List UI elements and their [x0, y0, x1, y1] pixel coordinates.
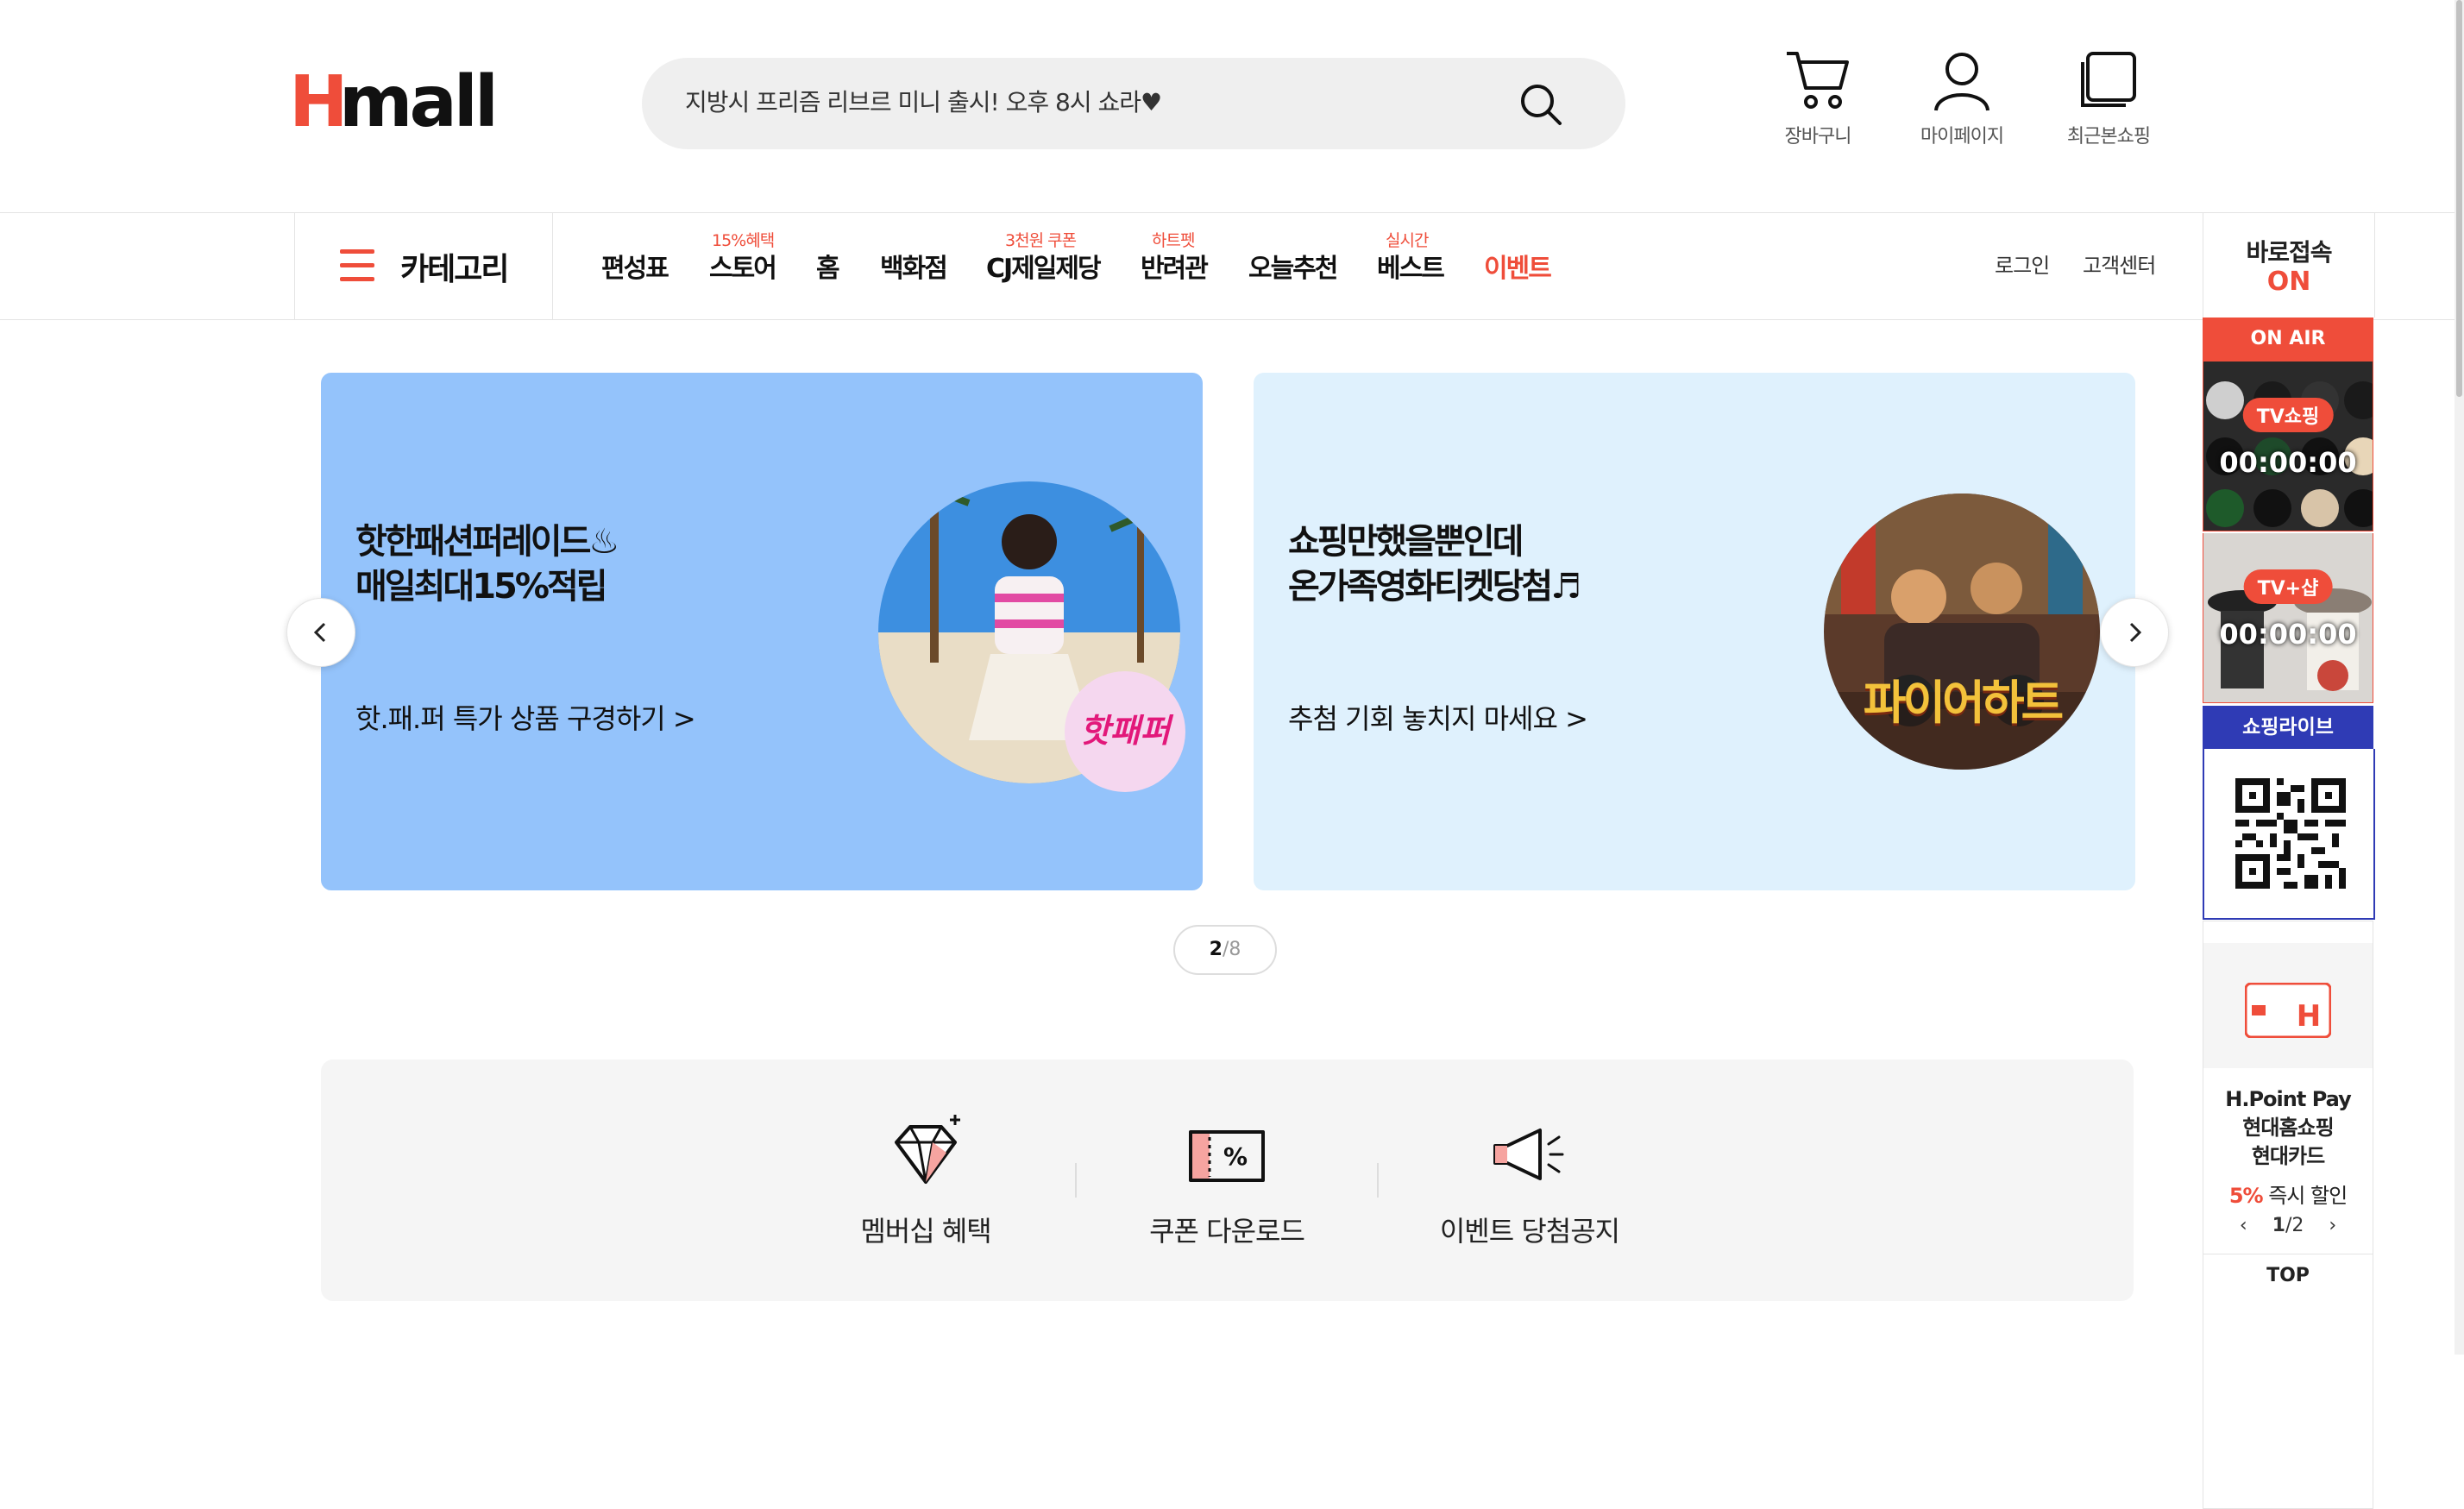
recent-label: 최근본쇼핑 — [2066, 126, 2151, 148]
cart-icon — [1787, 52, 1849, 109]
on-air-label: ON AIR — [2203, 318, 2373, 361]
tv-shopping-time: 00:00:00 — [2219, 446, 2357, 479]
mypage-button[interactable]: 마이페이지 — [1897, 48, 2027, 148]
discount-percent: 5% — [2228, 1184, 2264, 1208]
banner-title-line1: 쇼핑만했을뿐인데 — [1288, 522, 1524, 562]
page-scrollbar[interactable] — [2455, 0, 2464, 1355]
banner-prev-button[interactable] — [286, 598, 355, 667]
poster-title: 파이어하트 — [1863, 676, 2064, 730]
svg-text:H: H — [289, 66, 345, 139]
card-icon: H — [2245, 983, 2331, 1038]
hamburger-icon — [340, 249, 374, 282]
hpoint-pay-promo[interactable]: H H.Point Pay 현대홈쇼핑 현대카드 5% 즉시 할인 ‹ 1/2 … — [2203, 921, 2373, 1509]
rail-pager-total: 2 — [2291, 1215, 2304, 1236]
banner-title-line1: 핫한패션퍼레이드♨ — [355, 522, 619, 562]
search-icon[interactable] — [1517, 80, 1565, 129]
hpoint-card-image: H — [2203, 943, 2373, 1068]
banner-next-button[interactable] — [2100, 598, 2169, 667]
rail-prev-icon[interactable]: ‹ — [2240, 1215, 2247, 1236]
scrollbar-thumb[interactable] — [2456, 0, 2462, 397]
quick-access-on: ON — [2266, 267, 2311, 297]
tv-shopping-badge: TV쇼핑 — [2242, 398, 2334, 432]
diamond-icon — [895, 1115, 960, 1184]
qr-code-box — [2203, 749, 2375, 920]
hotpaper-sticker: 핫패퍼 — [1065, 671, 1185, 792]
banner-title-line2: 매일최대15%적립 — [355, 567, 608, 607]
megaphone-icon — [1493, 1129, 1564, 1180]
promo-banner-fashion[interactable]: 핫한패션퍼레이드♨ 매일최대15%적립 핫.패.퍼 특가 상품 구경하기 > 핫… — [321, 373, 1203, 890]
tv-plus-shop-live[interactable]: TV+샵 00:00:00 — [2203, 533, 2373, 703]
nav-item-today[interactable]: 오늘추천 — [1248, 247, 1338, 285]
hpoint-line3: 현대카드 — [2251, 1144, 2325, 1168]
banner-pager: 2/8 — [1173, 925, 1277, 975]
rail-pager: ‹ 1/2 › — [2239, 1215, 2337, 1236]
quick-item-membership[interactable]: 멤버십 혜택 — [831, 1111, 1021, 1249]
rail-next-icon[interactable]: › — [2329, 1215, 2336, 1236]
sticker-text: 핫패퍼 — [1080, 712, 1174, 750]
rail-pager-current: 1 — [2272, 1215, 2285, 1236]
nav-item-pet[interactable]: 반려관 — [1141, 247, 1209, 285]
quick-label-membership: 멤버십 혜택 — [860, 1215, 991, 1248]
quick-access-header[interactable]: 바로접속 ON — [2203, 213, 2375, 318]
tv-plus-time: 00:00:00 — [2219, 618, 2357, 651]
hpoint-line2: 현대홈쇼핑 — [2242, 1116, 2334, 1140]
nav-divider-bottom — [0, 319, 2455, 320]
tv-shopping-live[interactable]: TV쇼핑 00:00:00 — [2203, 361, 2373, 531]
pager-current: 2 — [1209, 939, 1223, 960]
category-menu-button[interactable]: 카테고리 — [294, 213, 553, 319]
banner-link[interactable]: 핫.패.퍼 특가 상품 구경하기 > — [355, 697, 696, 737]
scroll-top-button[interactable]: TOP — [2203, 1254, 2373, 1298]
tv-plus-badge: TV+샵 — [2243, 569, 2333, 604]
qr-code-icon — [2235, 778, 2346, 889]
search-bar[interactable]: 지방시 프리즘 리브르 미니 출시! 오후 8시 쇼라♥ — [642, 58, 1625, 149]
recent-icon — [2081, 52, 2136, 107]
banner-link[interactable]: 추첨 기회 놓치지 마세요 > — [1288, 697, 1588, 737]
movie-poster-image: 파이어하트 — [1824, 494, 2100, 770]
hmall-logo[interactable]: H mall — [289, 66, 505, 139]
chevron-right-icon — [2129, 622, 2142, 643]
banner-title: 쇼핑만했을뿐인데 온가족영화티켓당첨♬ — [1288, 519, 1581, 609]
customer-center-link[interactable]: 고객센터 — [2083, 248, 2156, 279]
svg-text:mall: mall — [339, 66, 495, 139]
banner-title-line2: 온가족영화티켓당첨♬ — [1288, 567, 1581, 607]
discount-text: 즉시 할인 — [2262, 1184, 2348, 1208]
category-label: 카테고리 — [400, 252, 509, 287]
nav-item-cj[interactable]: CJ제일제당 — [986, 247, 1102, 285]
hpoint-line1: H.Point Pay — [2225, 1087, 2351, 1111]
hpoint-discount: 5% 즉시 할인 — [2203, 1179, 2373, 1209]
hpoint-text: H.Point Pay 현대홈쇼핑 현대카드 — [2203, 1085, 2373, 1171]
recent-button[interactable]: 최근본쇼핑 — [2044, 48, 2173, 148]
shopping-live-label[interactable]: 쇼핑라이브 — [2203, 706, 2373, 749]
quick-label-coupon: 쿠폰 다운로드 — [1149, 1215, 1305, 1248]
quick-divider — [1075, 1163, 1077, 1198]
banner-title: 핫한패션퍼레이드♨ 매일최대15%적립 — [355, 519, 619, 609]
search-input[interactable]: 지방시 프리즘 리브르 미니 출시! 오후 8시 쇼라♥ — [685, 84, 1162, 118]
nav-item-event[interactable]: 이벤트 — [1484, 247, 1552, 285]
quick-divider — [1377, 1163, 1379, 1198]
quick-item-coupon[interactable]: % 쿠폰 다운로드 — [1132, 1111, 1322, 1249]
quick-label-event-notice: 이벤트 당첨공지 — [1439, 1215, 1620, 1248]
user-icon — [1934, 53, 1989, 111]
pager-total: /8 — [1222, 939, 1241, 960]
quick-access-title: 바로접속 — [2246, 238, 2332, 267]
nav-item-home[interactable]: 홈 — [816, 247, 840, 285]
quick-menu: 멤버십 혜택 % 쿠폰 다운로드 이벤트 당첨공지 — [321, 1059, 2134, 1301]
nav-item-department[interactable]: 백화점 — [880, 247, 948, 285]
mypage-label: 마이페이지 — [1920, 126, 2004, 148]
nav-item-best[interactable]: 베스트 — [1377, 247, 1445, 285]
nav-item-store[interactable]: 스토어 — [709, 247, 777, 285]
quick-item-event-notice[interactable]: 이벤트 당첨공지 — [1435, 1111, 1625, 1249]
login-link[interactable]: 로그인 — [1995, 248, 2050, 279]
promo-banner-movie[interactable]: 쇼핑만했을뿐인데 온가족영화티켓당첨♬ 추첨 기회 놓치지 마세요 > 파이어하… — [1254, 373, 2135, 890]
svg-text:%: % — [1223, 1142, 1248, 1171]
nav-item-schedule[interactable]: 편성표 — [601, 247, 669, 285]
chevron-left-icon — [313, 622, 326, 643]
coupon-icon: % — [1189, 1130, 1265, 1182]
svg-text:H: H — [2297, 999, 2321, 1034]
cart-label: 장바구니 — [1784, 126, 1852, 148]
cart-button[interactable]: 장바구니 — [1753, 48, 1883, 148]
